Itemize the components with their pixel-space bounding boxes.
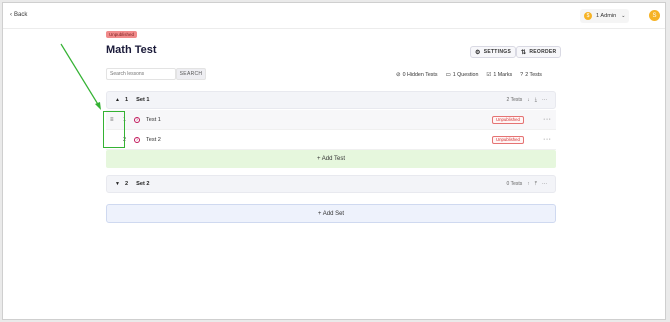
message-icon: ▭	[445, 72, 451, 78]
hidden-tests-stat: ⊘ 0 Hidden Tests	[396, 72, 438, 78]
chevron-down-icon: ⌄	[621, 13, 626, 19]
coin-icon: $	[584, 12, 592, 20]
set-number: 2	[125, 181, 129, 187]
admin-dropdown[interactable]: $ 1 Admin ⌄	[580, 9, 630, 23]
chevron-up-icon[interactable]: ▲	[115, 97, 121, 103]
arrow-down-icon[interactable]: ↓	[527, 97, 530, 103]
table-row[interactable]: 2 ? Test 2 Unpublished ···	[106, 130, 556, 150]
test-name[interactable]: Test 1	[146, 117, 161, 123]
set-test-count: 2 Tests	[506, 97, 523, 103]
question-circle-icon: ?	[520, 72, 524, 78]
question-icon: ?	[134, 136, 140, 143]
marks-label: 1 Marks	[493, 72, 513, 78]
more-options-icon[interactable]: ···	[542, 97, 547, 103]
more-options-icon[interactable]: ···	[542, 181, 547, 187]
set-name: Set 2	[136, 181, 150, 187]
checkbox-icon: ☑	[486, 72, 492, 78]
back-label: Back	[14, 12, 28, 18]
arrow-up-to-top-icon[interactable]: ⤒	[535, 181, 537, 187]
search-input[interactable]	[106, 68, 176, 80]
test-stats: ⊘ 0 Hidden Tests ▭ 1 Question ☑ 1 Marks ? 2 …	[396, 72, 542, 78]
question-icon: ?	[134, 116, 140, 123]
reorder-label: REORDER	[529, 49, 557, 55]
settings-label: SETTINGS	[483, 49, 512, 55]
chevron-down-icon[interactable]: ▼	[115, 181, 121, 187]
set-number: 1	[125, 97, 129, 103]
avatar[interactable]: S	[649, 10, 660, 21]
reorder-icon: ⇅	[521, 49, 527, 56]
test-name[interactable]: Test 2	[146, 137, 161, 143]
gear-icon: ⚙	[475, 49, 481, 56]
search-button[interactable]: SEARCH	[176, 68, 206, 80]
set-header-1[interactable]: ▲ 1 Set 1 2 Tests ↓ ⤓ ···	[106, 91, 556, 109]
set-header-2[interactable]: ▼ 2 Set 2 0 Tests ↑ ⤒ ···	[106, 175, 556, 193]
questions-label: 1 Question	[452, 72, 479, 78]
chevron-left-icon: ‹	[10, 12, 12, 18]
status-badge: Unpublished	[106, 31, 138, 38]
settings-button[interactable]: ⚙ SETTINGS	[470, 46, 517, 58]
test-status-badge: Unpublished	[492, 115, 524, 124]
arrow-down-to-bottom-icon[interactable]: ⤓	[535, 97, 537, 103]
top-bar: ‹ Back $ 1 Admin ⌄ S	[3, 3, 665, 29]
table-row[interactable]: ≡ 1 ? Test 1 Unpublished ···	[106, 110, 556, 130]
more-options-icon[interactable]: ···	[543, 116, 552, 123]
questions-stat: ▭ 1 Question	[446, 72, 479, 78]
arrow-up-icon[interactable]: ↑	[527, 181, 530, 187]
test-status-badge: Unpublished	[492, 135, 524, 144]
back-link[interactable]: ‹ Back	[10, 12, 29, 18]
reorder-button[interactable]: ⇅ REORDER	[516, 46, 562, 58]
add-test-button[interactable]: + Add Test	[106, 150, 556, 168]
page-title: Math Test	[106, 44, 157, 56]
set-name: Set 1	[136, 97, 150, 103]
hidden-tests-label: 0 Hidden Tests	[402, 72, 438, 78]
annotation-highlight-box	[103, 111, 125, 148]
add-set-button[interactable]: + Add Set	[106, 204, 556, 223]
tests-label: 2 Tests	[525, 72, 542, 78]
eye-off-icon: ⊘	[396, 72, 401, 78]
admin-label: 1 Admin	[596, 13, 617, 19]
set-test-count: 0 Tests	[506, 181, 523, 187]
more-options-icon[interactable]: ···	[543, 136, 552, 143]
tests-stat: ? 2 Tests	[520, 72, 542, 78]
marks-stat: ☑ 1 Marks	[486, 72, 512, 78]
